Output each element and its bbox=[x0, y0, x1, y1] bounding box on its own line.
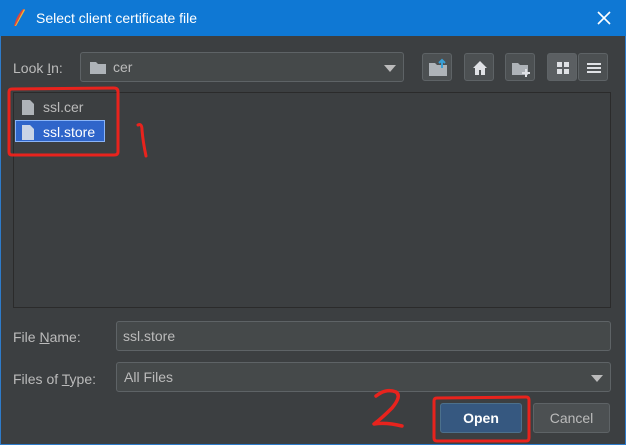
list-view-button[interactable] bbox=[547, 53, 577, 81]
details-view-icon bbox=[587, 63, 601, 73]
look-in-label: Look In: bbox=[13, 60, 63, 76]
file-icon bbox=[22, 100, 34, 115]
chevron-down-icon bbox=[591, 375, 603, 382]
up-folder-button[interactable] bbox=[422, 53, 452, 81]
look-in-combo[interactable]: cer bbox=[80, 52, 404, 82]
cancel-button[interactable]: Cancel bbox=[533, 403, 610, 433]
file-type-label: Files of Type: bbox=[13, 371, 97, 387]
file-type-combo[interactable]: All Files bbox=[116, 362, 611, 392]
up-folder-icon bbox=[429, 58, 447, 76]
feather-app-icon bbox=[14, 9, 25, 26]
list-item-selected[interactable]: ssl.store bbox=[15, 120, 105, 142]
chevron-down-icon bbox=[384, 65, 396, 72]
file-name: ssl.store bbox=[43, 124, 96, 140]
file-name: ssl.cer bbox=[43, 99, 84, 115]
file-list[interactable]: ssl.cer ssl.store bbox=[13, 92, 611, 308]
new-folder-icon bbox=[512, 63, 530, 77]
close-icon[interactable] bbox=[592, 6, 616, 30]
file-icon bbox=[22, 125, 34, 140]
list-item[interactable]: ssl.cer bbox=[16, 96, 96, 118]
look-in-value: cer bbox=[113, 59, 133, 75]
folder-icon bbox=[90, 62, 106, 74]
file-name-field[interactable] bbox=[117, 322, 610, 350]
file-name-label: File Name: bbox=[13, 329, 81, 345]
title-bar: Select client certificate file bbox=[0, 0, 626, 36]
window-title: Select client certificate file bbox=[36, 10, 198, 26]
open-button[interactable]: Open bbox=[440, 403, 522, 433]
list-view-icon bbox=[557, 62, 569, 74]
new-folder-button[interactable] bbox=[505, 53, 535, 81]
home-icon bbox=[473, 61, 487, 75]
file-type-value: All Files bbox=[124, 369, 174, 385]
details-view-button[interactable] bbox=[578, 53, 608, 81]
home-button[interactable] bbox=[464, 53, 494, 81]
file-name-input[interactable] bbox=[116, 321, 611, 351]
